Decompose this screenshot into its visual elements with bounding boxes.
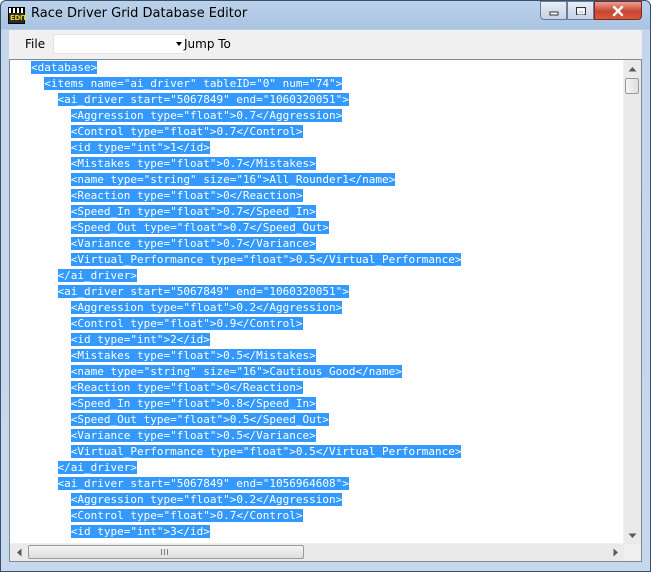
close-button[interactable] [594,1,642,20]
app-edit-icon[interactable]: EDIT [8,7,27,24]
minimize-button[interactable] [540,1,567,20]
selected-code-text: <Reaction type="float">0</Reaction> [70,381,303,394]
jump-target-select[interactable] [53,34,186,54]
selected-code-text: <Mistakes type="float">0.5</Mistakes> [70,349,316,362]
scroll-down-icon [628,533,637,538]
code-line[interactable]: <Aggression type="float">0.2</Aggression… [31,300,461,316]
selected-code-text: <Speed_Out type="float">0.5</Speed_Out> [70,413,330,426]
scroll-grip-icon [161,549,168,555]
selected-code-text: <database> [31,61,98,74]
selected-code-text: <ai_driver start="5067849" end="10603200… [57,93,349,106]
scrollbar-corner [624,544,641,561]
selected-code-text: <name type="string" size="16">Cautious_G… [70,365,402,378]
code-line[interactable]: <Speed_In type="float">0.7</Speed_In> [31,204,461,220]
minimize-icon [549,11,558,15]
code-line[interactable]: <Control type="float">0.9</Control> [31,316,461,332]
window-title: Race Driver Grid Database Editor [31,6,248,21]
code-line[interactable]: <Speed_Out type="float">0.5</Speed_Out> [31,412,461,428]
selected-code-text: <id type="int">1</id> [70,141,210,154]
code-line[interactable]: <Speed_In type="float">0.8</Speed_In> [31,396,461,412]
selected-code-text: <Control type="float">0.7</Control> [70,125,303,138]
selected-code-text: <Speed_In type="float">0.8</Speed_In> [70,397,316,410]
vertical-scrollbar[interactable] [623,60,641,544]
scroll-left-button[interactable] [10,544,27,561]
app-window: EDIT Race Driver Grid Database Editor Fi… [0,0,651,572]
scroll-right-icon [613,548,618,557]
code-line[interactable]: <Variance type="float">0.5</Variance> [31,428,461,444]
code-line[interactable]: <ai_driver start="5067849" end="10603200… [31,284,461,300]
selected-code-text: </ai_driver> [57,461,137,474]
selected-code-text: <id type="int">3</id> [70,525,210,538]
selected-code-text: <Variance type="float">0.7</Variance> [70,237,316,250]
code-line[interactable]: <items name="ai_driver" tableID="0" num=… [31,76,461,92]
horizontal-scrollbar[interactable] [10,543,624,561]
menu-jump-to[interactable]: Jump To [184,37,231,51]
close-icon [612,5,624,16]
scroll-left-icon [16,548,21,557]
code-line[interactable]: <ai_driver start="5067849" end="10603200… [31,92,461,108]
selected-code-text: <Control type="float">0.7</Control> [70,509,303,522]
code-line[interactable]: <id type="int">3</id> [31,524,461,540]
scroll-down-button[interactable] [624,527,641,544]
code-line[interactable]: <name type="string" size="16">All_Rounde… [31,172,461,188]
app-icon-text: EDIT [10,14,27,22]
code-line[interactable]: <database> [31,60,461,76]
code-line[interactable]: <id type="int">1</id> [31,140,461,156]
title-bar[interactable]: EDIT Race Driver Grid Database Editor [1,1,650,29]
code-line[interactable]: <Variance type="float">0.7</Variance> [31,236,461,252]
selected-code-text: <Speed_In type="float">0.7</Speed_In> [70,205,316,218]
code-line[interactable]: <Virtual_Performance type="float">0.5</V… [31,444,462,460]
code-line[interactable]: <Control type="float">0.7</Control> [31,508,461,524]
horizontal-scroll-thumb[interactable] [28,545,304,559]
app-icon-checker [9,8,24,13]
selected-code-text: <Reaction type="float">0</Reaction> [70,189,303,202]
selected-code-text: <Virtual_Performance type="float">0.5</V… [70,253,462,266]
scroll-up-button[interactable] [624,60,641,77]
code-line[interactable]: <Mistakes type="float">0.7</Mistakes> [31,156,461,172]
scroll-right-button[interactable] [607,544,624,561]
code-line[interactable]: <Control type="float">0.7</Control> [31,124,461,140]
selected-code-text: <id type="int">2</id> [70,333,210,346]
selected-code-text: <ai_driver start="5067849" end="10569646… [57,477,349,490]
selected-code-text: <Speed_Out type="float">0.7</Speed_Out> [70,221,330,234]
selected-code-text: <Virtual_Performance type="float">0.5</V… [70,445,462,458]
code-line[interactable]: </ai_driver> [31,460,461,476]
maximize-button[interactable] [567,1,594,20]
code-text[interactable]: <database> <items name="ai_driver" table… [31,60,462,540]
code-line[interactable]: <Reaction type="float">0</Reaction> [31,380,461,396]
selected-code-text: <Control type="float">0.9</Control> [70,317,303,330]
code-line[interactable]: <Reaction type="float">0</Reaction> [31,188,461,204]
code-line[interactable]: <id type="int">2</id> [31,332,461,348]
selected-code-text: <Variance type="float">0.5</Variance> [70,429,316,442]
selected-code-text: <name type="string" size="16">All_Rounde… [70,173,396,186]
selected-code-text: <ai_driver start="5067849" end="10603200… [57,285,349,298]
selected-code-text: <Mistakes type="float">0.7</Mistakes> [70,157,316,170]
selected-code-text: <Aggression type="float">0.7</Aggression… [70,109,343,122]
selected-code-text: <Aggression type="float">0.2</Aggression… [70,493,343,506]
code-line[interactable]: <name type="string" size="16">Cautious_G… [31,364,461,380]
code-line[interactable]: <Virtual_Performance type="float">0.5</V… [31,252,462,268]
maximize-icon [575,6,586,15]
code-line[interactable]: <ai_driver start="5067849" end="10569646… [31,476,461,492]
chevron-down-icon [176,42,182,46]
selected-code-text: </ai_driver> [57,269,137,282]
scroll-up-icon [628,66,637,71]
menu-file[interactable]: File [25,37,45,51]
vertical-scroll-thumb[interactable] [625,78,639,94]
code-line[interactable]: <Aggression type="float">0.7</Aggression… [31,108,461,124]
selected-code-text: <Aggression type="float">0.2</Aggression… [70,301,343,314]
code-line[interactable]: <Speed_Out type="float">0.7</Speed_Out> [31,220,461,236]
code-line[interactable]: </ai_driver> [31,268,461,284]
menu-bar: File Jump To [9,30,642,60]
code-line[interactable]: <Aggression type="float">0.2</Aggression… [31,492,461,508]
selected-code-text: <items name="ai_driver" tableID="0" num=… [44,77,343,90]
code-line[interactable]: <Mistakes type="float">0.5</Mistakes> [31,348,461,364]
xml-editor[interactable]: <database> <items name="ai_driver" table… [9,59,642,562]
